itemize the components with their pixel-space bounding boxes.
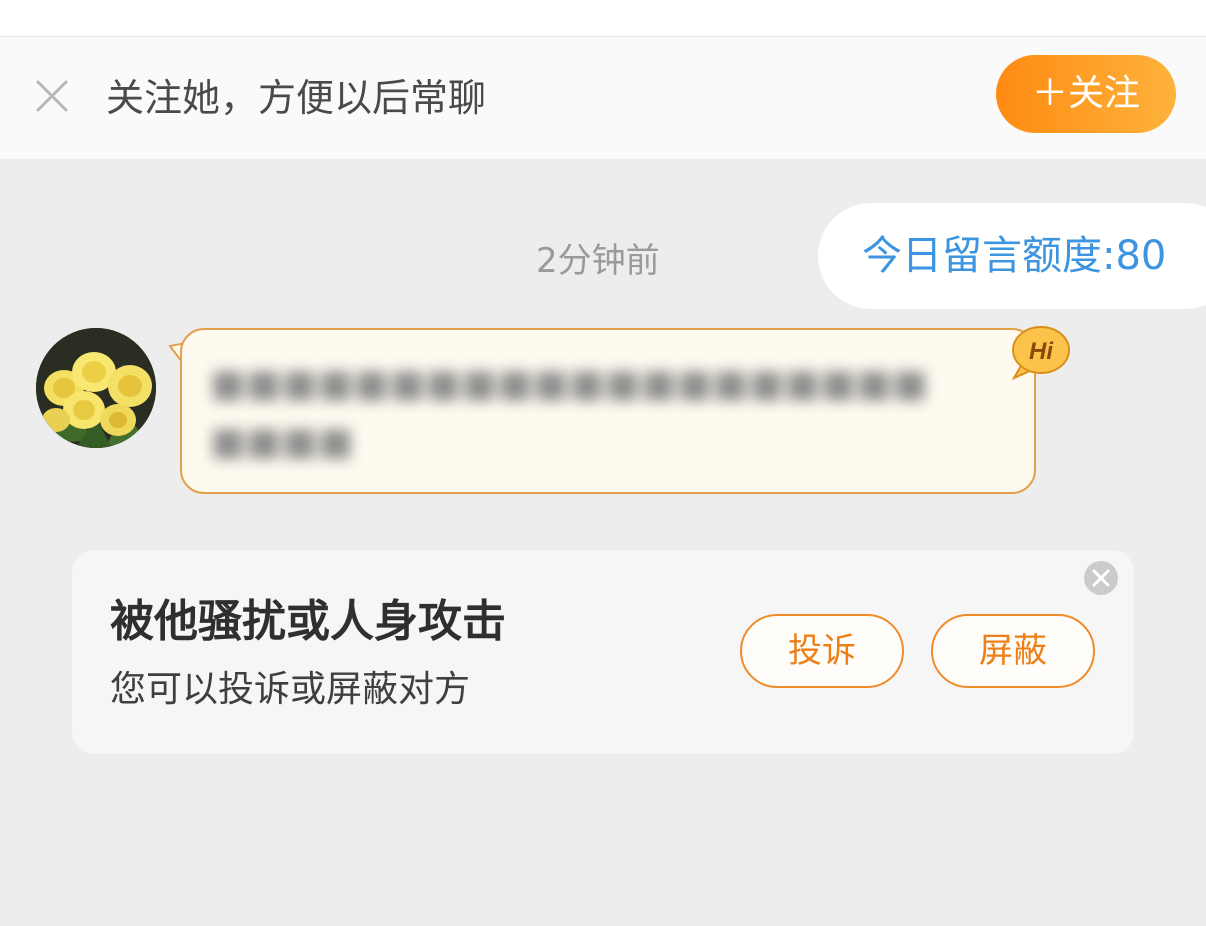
block-button[interactable]: 屏蔽	[931, 614, 1095, 688]
blurred-line: ■■■■	[210, 419, 354, 463]
follow-banner: 关注她，方便以后常聊 ＋关注	[0, 37, 1206, 159]
follow-button[interactable]: ＋关注	[996, 55, 1176, 133]
report-card: 被他骚扰或人身攻击 您可以投诉或屏蔽对方 投诉 屏蔽	[72, 550, 1134, 754]
quota-badge: 今日留言额度:80	[818, 203, 1206, 309]
blurred-line: ■■■■■■■■■■■■■■■■■■■■	[210, 361, 929, 405]
hi-badge-text: Hi	[1029, 338, 1054, 365]
rose-bouquet-image	[36, 328, 156, 448]
message-text-blurred: ■■■■■■■■■■■■■■■■■■■■ ■■■■	[210, 354, 1000, 470]
close-icon[interactable]	[34, 78, 70, 114]
follow-prompt: 关注她，方便以后常聊	[106, 76, 487, 120]
message-timestamp: 2分钟前	[536, 241, 660, 281]
report-button[interactable]: 投诉	[740, 614, 904, 688]
report-card-title: 被他骚扰或人身攻击	[110, 596, 506, 647]
status-strip	[0, 0, 1206, 37]
hi-icon: Hi	[1011, 326, 1070, 380]
close-circle-icon[interactable]	[1083, 560, 1119, 596]
report-card-subtitle: 您可以投诉或屏蔽对方	[110, 669, 471, 710]
quota-text: 今日留言额度:80	[862, 233, 1167, 279]
message-bubble[interactable]: ■■■■■■■■■■■■■■■■■■■■ ■■■■	[180, 328, 1036, 494]
avatar[interactable]	[36, 328, 156, 448]
